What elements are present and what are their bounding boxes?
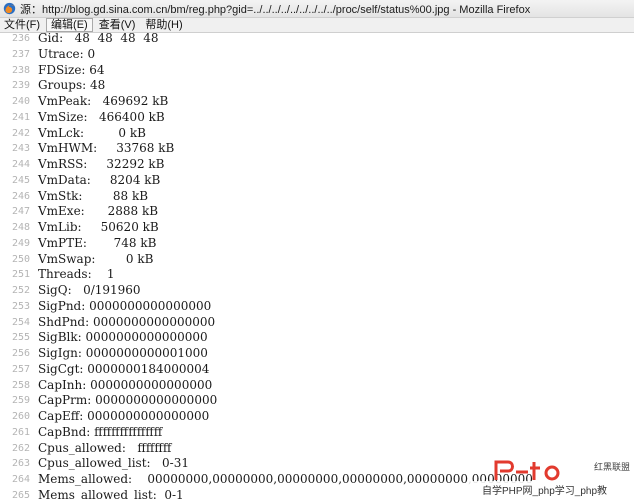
line-number: 257 [11,363,30,375]
source-line: 238 FDSize: 64 [0,63,634,79]
line-text: VmData: 8204 kB [38,172,161,187]
line-number: 261 [11,426,30,438]
line-text: Mems_allowed: 00000000,00000000,00000000… [38,472,533,486]
source-line: 236 Gid: 48 48 48 48 [0,31,634,47]
line-text: CapBnd: ffffffffffffffff [38,424,163,439]
line-number: 259 [11,395,30,407]
source-line: 256 SigIgn: 0000000000001000 [0,346,634,362]
window-title: 源：http://blog.gd.sina.com.cn/bm/reg.php?… [20,3,531,16]
line-text: VmLib: 50620 kB [38,220,159,234]
line-text: VmPTE: 748 kB [38,235,157,250]
source-line: 249 VmPTE: 748 kB [0,236,634,252]
source-view[interactable]: 236 Gid: 48 48 48 48 237 Utrace: 0 238 FDSize… [0,31,634,500]
watermark: 红黑联盟 自学PHP网_php学习_php教 [468,458,634,500]
line-number: 263 [11,458,30,470]
line-number: 250 [11,253,30,265]
line-number: 238 [11,64,30,76]
line-number: 258 [11,379,30,391]
line-number: 254 [11,316,30,328]
source-line: 247 VmExe: 2888 kB [0,204,634,220]
source-line: 261 CapBnd: ffffffffffffffff [0,425,634,441]
menu-view[interactable]: 查看(V) [95,18,140,32]
line-number: 252 [11,285,30,296]
watermark-brand: 红黑联盟 [593,462,630,472]
line-number: 260 [11,411,30,422]
line-number: 243 [11,143,30,155]
line-text: Cpus_allowed_list: 0-31 [38,456,189,471]
source-line: 241 VmSize: 466400 kB [0,110,634,126]
line-text: VmPeak: 469692 kB [38,94,169,108]
source-line: 258 CapInh: 0000000000000000 [0,378,634,394]
line-text: VmExe: 2888 kB [38,204,159,219]
line-text: SigQ: 0/191960 [38,283,141,297]
line-text: Cpus_allowed: ffffffff [38,440,172,455]
source-line: 250 VmSwap: 0 kB [0,252,634,268]
menu-help[interactable]: 帮助(H) [141,18,186,32]
line-text: VmSize: 466400 kB [38,109,165,124]
line-text: Groups: 48 [38,78,106,93]
line-number: 236 [11,33,30,44]
line-number: 265 [11,489,30,500]
line-number: 253 [11,300,30,312]
source-line: 257 SigCgt: 0000000184000004 [0,362,634,378]
source-line: 253 SigPnd: 0000000000000000 [0,299,634,315]
line-text: Mems_allowed_list: 0-1 [38,487,184,500]
line-text: CapEff: 0000000000000000 [38,409,210,423]
line-text: VmRSS: 32292 kB [38,157,165,171]
line-number: 239 [11,80,30,92]
line-text: Gid: 48 48 48 48 [38,31,159,45]
line-text: ShdPnd: 0000000000000000 [38,314,216,329]
line-number: 249 [11,237,30,249]
line-text: CapInh: 0000000000000000 [38,377,213,392]
source-line: 259 CapPrm: 0000000000000000 [0,393,634,409]
line-text: SigCgt: 0000000184000004 [38,361,210,376]
watermark-subtitle: 自学PHP网_php学习_php教 [482,486,608,497]
line-number: 237 [11,48,30,60]
source-line: 251 Threads: 1 [0,267,634,283]
line-text: CapPrm: 0000000000000000 [38,393,218,408]
line-text: SigIgn: 0000000000001000 [38,346,208,360]
source-line: 248 VmLib: 50620 kB [0,220,634,236]
firefox-icon [3,2,16,15]
line-text: Threads: 1 [38,267,115,282]
line-number: 246 [11,190,30,202]
source-line: 254 ShdPnd: 0000000000000000 [0,315,634,331]
source-line: 245 VmData: 8204 kB [0,173,634,189]
line-text: Utrace: 0 [38,46,96,61]
window-titlebar: 源：http://blog.gd.sina.com.cn/bm/reg.php?… [0,0,634,18]
source-line: 240 VmPeak: 469692 kB [0,94,634,110]
line-text: FDSize: 64 [38,62,105,77]
line-number: 244 [11,159,30,170]
line-text: VmLck: 0 kB [38,125,146,140]
line-number: 247 [11,206,30,218]
watermark-logo [494,460,560,481]
menu-file[interactable]: 文件(F) [0,18,44,32]
line-number: 255 [11,332,30,344]
source-line: 246 VmStk: 88 kB [0,189,634,205]
line-number: 241 [11,111,30,123]
source-line: 260 CapEff: 0000000000000000 [0,409,634,425]
line-number: 242 [11,127,30,139]
line-number: 248 [11,222,30,233]
line-text: VmStk: 88 kB [38,188,149,203]
source-line: 244 VmRSS: 32292 kB [0,157,634,173]
line-number: 240 [11,96,30,107]
source-line: 262 Cpus_allowed: ffffffff [0,441,634,457]
source-line: 255 SigBlk: 0000000000000000 [0,330,634,346]
line-text: VmHWM: 33768 kB [38,141,175,156]
source-line: 239 Groups: 48 [0,78,634,94]
source-line: 237 Utrace: 0 [0,47,634,63]
line-text: SigPnd: 0000000000000000 [38,298,212,313]
line-number: 264 [11,474,30,485]
line-number: 251 [11,269,30,281]
line-number: 256 [11,348,30,359]
line-number: 262 [11,442,30,454]
menu-edit[interactable]: 编辑(E) [46,18,93,32]
source-line: 242 VmLck: 0 kB [0,126,634,142]
line-number: 245 [11,174,30,186]
source-line: 252 SigQ: 0/191960 [0,283,634,299]
source-line: 243 VmHWM: 33768 kB [0,141,634,157]
line-text: SigBlk: 0000000000000000 [38,330,208,345]
line-text: VmSwap: 0 kB [38,251,154,266]
